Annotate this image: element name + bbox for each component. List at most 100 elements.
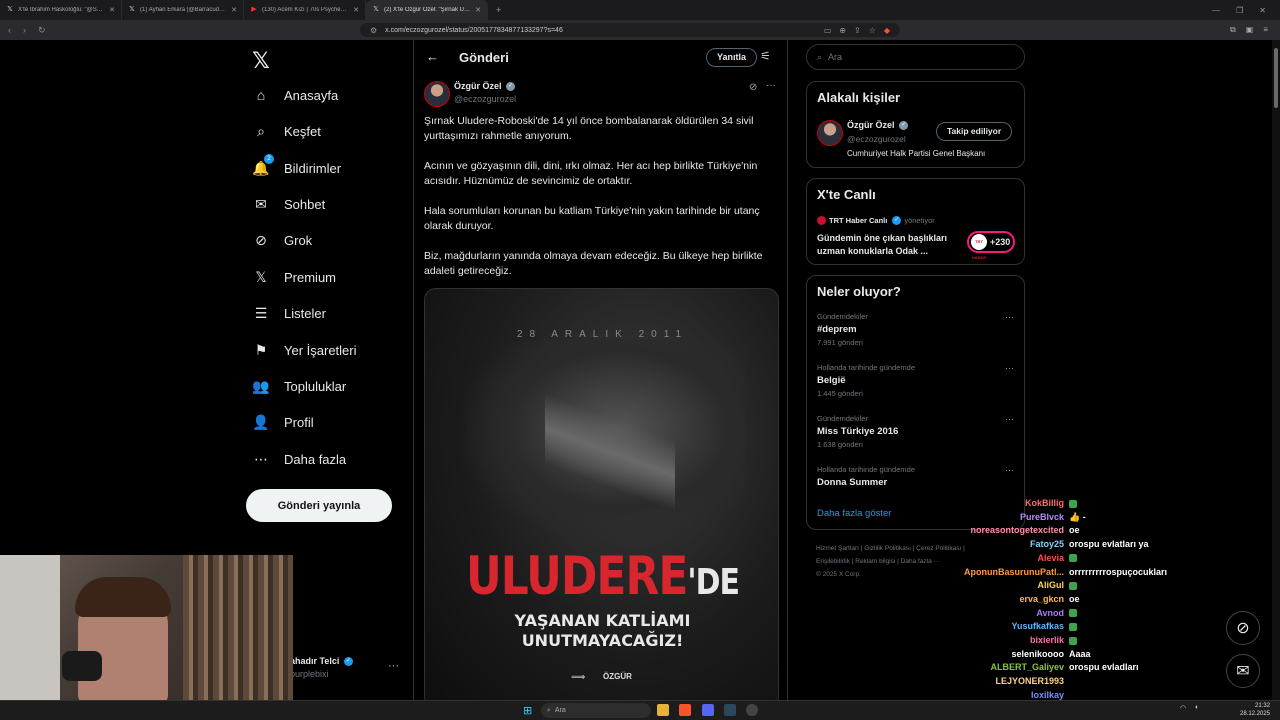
search-input[interactable]: ⌕ Ara xyxy=(806,44,1025,70)
browser-tab-1[interactable]: 𝕏 (1) Ayhan Erkara (@BarracudaVol1) / ✕ xyxy=(122,0,244,20)
chat-username[interactable]: AliGul xyxy=(1038,580,1065,590)
more-options-icon[interactable]: ··· xyxy=(1005,363,1014,373)
avatar[interactable] xyxy=(817,120,843,146)
chat-username[interactable]: PureBlvck xyxy=(1020,512,1064,522)
nav-item-notifications[interactable]: 🔔 2 Bildirimler xyxy=(252,153,341,183)
trend-item[interactable]: Hollanda tarihinde gündemde Donna Summer… xyxy=(817,465,1016,488)
chat-username[interactable]: ALBERT_Galiyev xyxy=(990,662,1064,672)
more-options-icon[interactable]: ··· xyxy=(766,80,776,91)
avatar[interactable] xyxy=(424,81,450,107)
more-options-icon[interactable]: ··· xyxy=(1005,414,1014,424)
related-name[interactable]: Özgür Özel ✓ xyxy=(847,120,909,131)
chat-username[interactable]: Fatoy25 xyxy=(1030,539,1064,549)
tab-close-icon[interactable]: ✕ xyxy=(109,6,115,14)
reload-icon[interactable]: ↻ xyxy=(38,25,46,36)
chat-username[interactable]: erva_gkcn xyxy=(1019,594,1064,604)
trend-item[interactable]: Gündemdekiler #deprem 7.991 gönderi ··· xyxy=(817,312,1016,347)
chat-username[interactable]: loxilkay xyxy=(1031,690,1064,700)
post-button[interactable]: Gönderi yayınla xyxy=(246,489,392,522)
more-options-icon[interactable]: ··· xyxy=(1005,465,1014,475)
chat-username[interactable]: Yusufkafkas xyxy=(1011,621,1064,631)
chat-text-content: orospu evladları xyxy=(1069,662,1139,673)
chat-username[interactable]: bixierlik xyxy=(1030,635,1064,645)
chat-username[interactable]: selenikoooo xyxy=(1011,649,1064,659)
nav-item-communities[interactable]: 👥 Topluluklar xyxy=(252,371,346,401)
volume-icon[interactable]: ◖ xyxy=(1194,704,1198,712)
page-scrollbar[interactable] xyxy=(1272,40,1280,700)
file-explorer-icon[interactable] xyxy=(657,704,669,716)
wallet-icon[interactable]: ▣ xyxy=(1246,25,1254,35)
chat-emote-icon xyxy=(1069,499,1077,508)
steam-icon[interactable] xyxy=(724,704,736,716)
brave-shield-icon[interactable]: ◆ xyxy=(884,26,890,35)
nav-item-chat[interactable]: ✉ Sohbet xyxy=(252,189,325,219)
minimize-icon[interactable]: — xyxy=(1212,6,1220,15)
x-logo-icon[interactable]: 𝕏 xyxy=(252,48,270,74)
site-settings-icon[interactable]: ⚙ xyxy=(370,26,377,35)
sliders-icon[interactable]: ⚟ xyxy=(760,49,771,63)
nav-item-grok[interactable]: ⊘ Grok xyxy=(252,225,312,255)
messages-floating-button[interactable]: ✉ xyxy=(1226,654,1260,688)
scrollbar-thumb[interactable] xyxy=(1274,48,1278,108)
screen-icon[interactable]: ▭ xyxy=(824,26,832,35)
nav-item-explore[interactable]: ⌕ Keşfet xyxy=(252,116,321,146)
windows-start-icon[interactable]: ⊞ xyxy=(523,704,532,717)
back-arrow-icon[interactable]: ← xyxy=(426,49,439,64)
live-listeners[interactable]: TRT HABER +230 xyxy=(967,231,1015,260)
back-arrow-icon[interactable]: ‹ xyxy=(8,25,11,36)
close-icon[interactable]: ✕ xyxy=(1259,6,1266,15)
url-text[interactable]: x.com/eczozgurozel/status/20051778348771… xyxy=(385,27,816,34)
zoom-icon[interactable]: ⊕ xyxy=(839,26,846,35)
trend-item[interactable]: Gündemdekiler Miss Türkiye 2016 1.638 gö… xyxy=(817,414,1016,449)
post-image[interactable]: 28 ARALIK 2011 ULUDERE'DE YAŞANAN KATLİA… xyxy=(424,288,779,700)
new-tab-button[interactable]: + xyxy=(488,5,509,15)
menu-icon[interactable]: ≡ xyxy=(1263,25,1268,35)
tab-close-icon[interactable]: ✕ xyxy=(231,6,237,14)
author-name[interactable]: Özgür Özel ✓ xyxy=(454,81,516,92)
nav-item-more[interactable]: ⋯ Daha fazla xyxy=(252,444,346,474)
share-icon[interactable]: ⇪ xyxy=(854,26,861,35)
grok-floating-button[interactable]: ⊘ xyxy=(1226,611,1260,645)
account-switcher[interactable]: ahadır Telci ✓ purplebixi xyxy=(290,656,353,679)
chat-username[interactable]: noreasontogetexcited xyxy=(970,525,1064,535)
browser-tab-2[interactable]: ▶ (130) Acem Kızı | 70s Psychedelic Ar ✕ xyxy=(244,0,366,20)
nav-item-lists[interactable]: ☰ Listeler xyxy=(252,298,326,328)
reply-button[interactable]: Yanıtla xyxy=(706,48,758,67)
address-bar[interactable]: ⚙ x.com/eczozgurozel/status/200517783487… xyxy=(360,23,900,37)
notification-badge: 2 xyxy=(264,154,274,164)
tab-close-icon[interactable]: ✕ xyxy=(475,6,481,14)
brave-browser-icon[interactable] xyxy=(679,704,691,716)
x-icon: 𝕏 xyxy=(373,6,379,13)
nav-item-bookmarks[interactable]: ⚑ Yer İşaretleri xyxy=(252,335,357,365)
chat-username[interactable]: KokBillig xyxy=(1025,498,1064,508)
tab-close-icon[interactable]: ✕ xyxy=(353,6,359,14)
related-handle[interactable]: @eczozgurozel xyxy=(847,134,906,144)
chat-username[interactable]: Avnod xyxy=(1036,608,1064,618)
grok-icon[interactable]: ⊘ xyxy=(749,82,757,93)
forward-arrow-icon[interactable]: › xyxy=(23,25,26,36)
maximize-icon[interactable]: ❐ xyxy=(1236,6,1243,15)
live-source[interactable]: TRT Haber Canlı ✓ yönetiyor xyxy=(817,216,935,225)
extensions-icon[interactable]: ⧉ xyxy=(1230,25,1236,35)
chat-username[interactable]: AponunBasurunuPatl... xyxy=(964,567,1064,577)
bookmark-star-icon[interactable]: ☆ xyxy=(869,26,876,35)
nav-item-profile[interactable]: 👤 Profil xyxy=(252,407,313,437)
browser-tab-3[interactable]: 𝕏 (2) X'te Özgür Özel: "Şırnak Ulud ✕ xyxy=(366,0,488,20)
more-options-icon[interactable]: ··· xyxy=(1005,312,1014,322)
nav-item-premium[interactable]: 𝕏 Premium xyxy=(252,262,336,292)
chat-username[interactable]: LEJYONER1993 xyxy=(995,676,1064,686)
trend-item[interactable]: Hollanda tarihinde gündemde België 1.445… xyxy=(817,363,1016,398)
obs-icon[interactable] xyxy=(746,704,758,716)
account-more-icon[interactable]: ··· xyxy=(388,660,399,672)
wifi-icon[interactable]: ◠ xyxy=(1180,704,1186,712)
browser-tab-0[interactable]: 𝕏 X'te İbrahim Haskoloğlu: "@SONI ✕ xyxy=(0,0,122,20)
chat-username[interactable]: Alevia xyxy=(1037,553,1064,563)
show-more-link[interactable]: Daha fazla göster xyxy=(817,508,891,519)
taskbar-clock[interactable]: 21:32 28.12.2025 xyxy=(1240,702,1270,718)
author-handle[interactable]: @eczozgurozel xyxy=(454,94,516,104)
taskbar-search[interactable]: ⌕ Ara xyxy=(541,703,651,718)
live-title[interactable]: Gündemin öne çıkan başlıkları uzman konu… xyxy=(817,232,957,258)
following-button[interactable]: Takip ediliyor xyxy=(936,122,1013,141)
nav-item-home[interactable]: ⌂ Anasayfa xyxy=(252,80,338,110)
discord-icon[interactable] xyxy=(702,704,714,716)
